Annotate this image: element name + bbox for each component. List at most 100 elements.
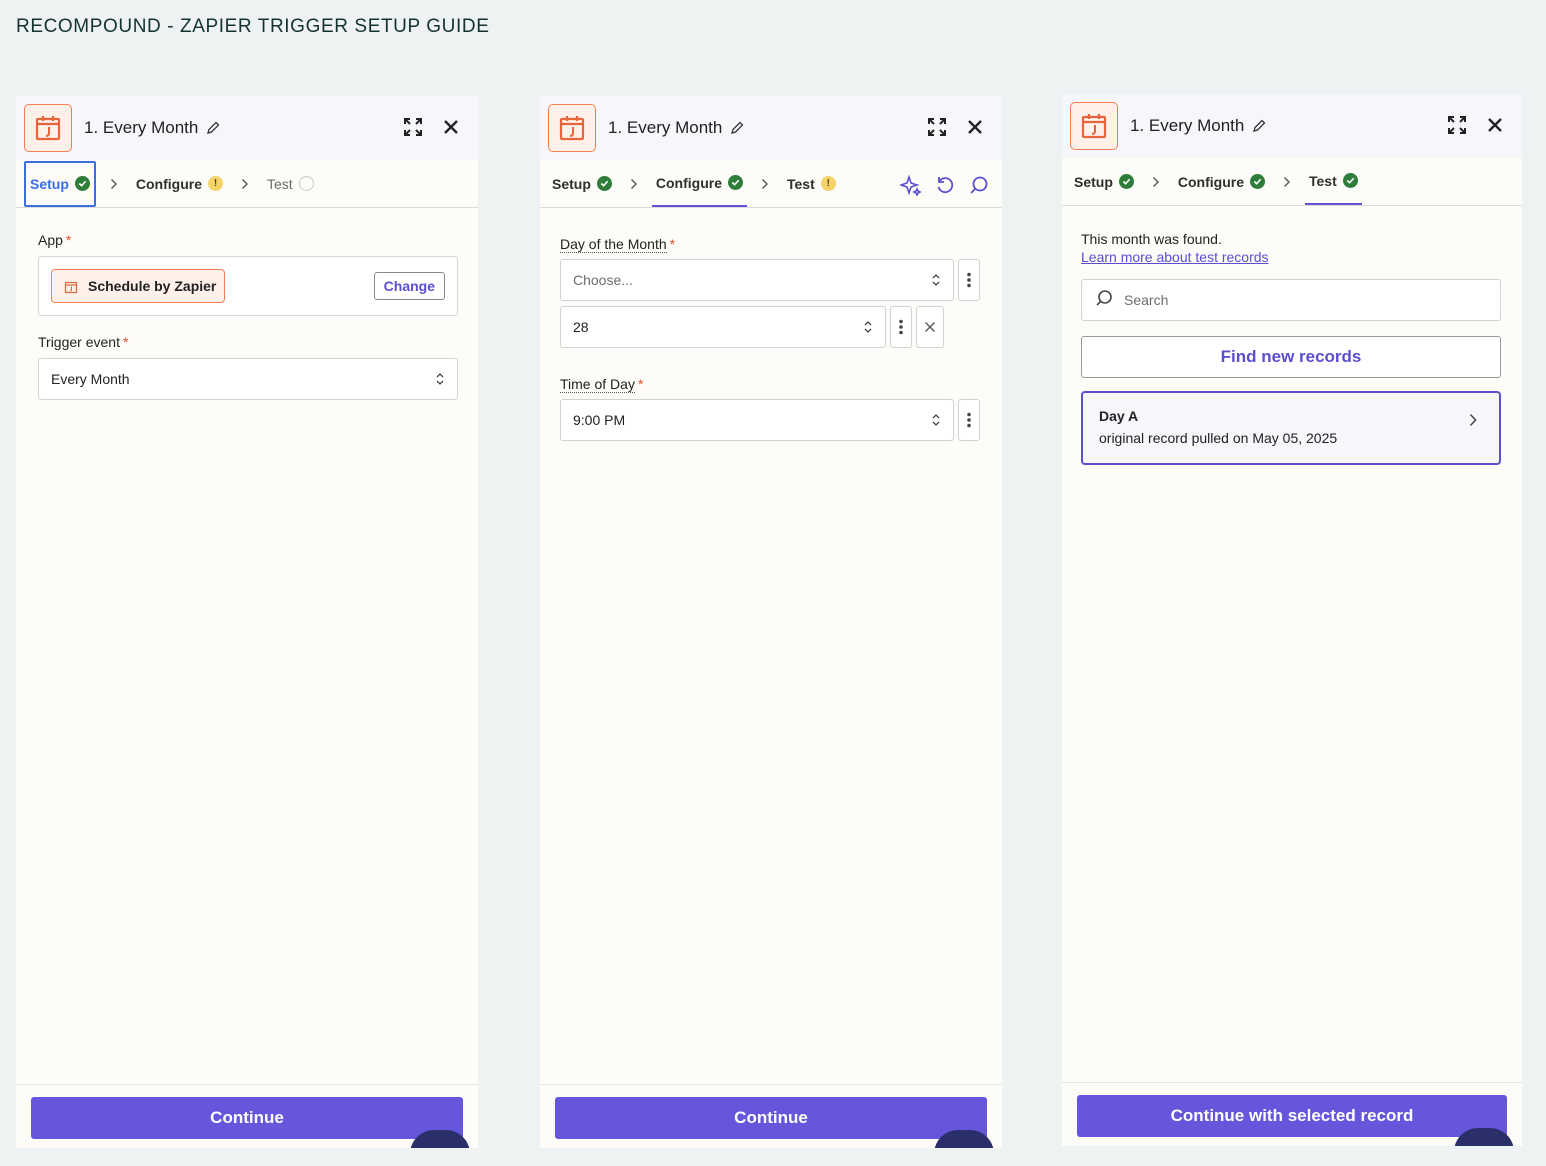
chevron-right-icon (241, 178, 249, 190)
continue-with-record-button[interactable]: Continue with selected record (1077, 1095, 1507, 1137)
tab-setup[interactable]: Setup (1070, 159, 1138, 205)
test-panel: 1. Every Month Setup Configure Test This… (1062, 94, 1522, 1146)
check-icon (728, 175, 743, 190)
required-mark: * (637, 376, 644, 392)
schedule-app-icon (24, 104, 72, 152)
step-tabs: Setup Configure ! Test (16, 160, 478, 208)
tab-setup[interactable]: Setup (548, 161, 616, 207)
calendar-icon (64, 281, 78, 294)
step-title: 1. Every Month (1130, 116, 1245, 135)
check-icon (596, 176, 612, 191)
check-icon (1250, 174, 1265, 189)
expand-icon[interactable] (402, 116, 424, 143)
time-of-day-select[interactable]: 9:00 PM (560, 399, 954, 441)
step-tabs: Setup Configure Test ! (540, 160, 1002, 208)
label-text: App (38, 232, 63, 248)
step-tabs: Setup Configure Test (1062, 158, 1522, 206)
clear-value-icon[interactable] (916, 306, 944, 348)
chevron-right-icon (1283, 176, 1291, 188)
more-options-icon[interactable] (890, 306, 912, 348)
found-message: This month was found. (1081, 231, 1222, 247)
app-chip[interactable]: Schedule by Zapier (51, 269, 226, 303)
select-placeholder: Choose... (573, 272, 633, 288)
more-options-icon[interactable] (958, 259, 980, 301)
step-title: 1. Every Month (608, 118, 723, 137)
tab-test[interactable]: Test (263, 161, 318, 207)
search-icon[interactable] (968, 174, 990, 201)
tab-label: Test (267, 175, 293, 192)
search-placeholder: Search (1124, 292, 1169, 308)
change-app-button[interactable]: Change (373, 272, 445, 300)
edit-title-icon[interactable] (1252, 119, 1266, 133)
panel-header: 1. Every Month (16, 96, 478, 160)
pending-icon (298, 176, 314, 191)
continue-button[interactable]: Continue (31, 1097, 463, 1139)
close-icon[interactable] (966, 118, 984, 141)
tab-label: Setup (30, 175, 69, 192)
tab-label: Configure (135, 175, 202, 192)
refresh-icon[interactable] (934, 174, 956, 201)
search-icon (1094, 288, 1114, 313)
step-title: 1. Every Month (84, 118, 199, 137)
close-icon[interactable] (442, 118, 460, 141)
chevron-right-icon (1469, 413, 1477, 432)
time-of-day-label: Time of Day * (560, 376, 982, 393)
panel-header: 1. Every Month (540, 96, 1002, 160)
tab-label: Configure (1177, 173, 1244, 190)
edit-title-icon[interactable] (206, 121, 220, 135)
panel-tools (898, 174, 990, 201)
learn-more-link[interactable]: Learn more about test records (1081, 249, 1501, 265)
day-of-month-label: Day of the Month * (560, 236, 982, 253)
tab-label: Setup (1074, 173, 1113, 190)
page-title: RECOMPOUND - ZAPIER TRIGGER SETUP GUIDE (16, 16, 490, 37)
configure-panel: 1. Every Month Setup Configure Test ! Da… (540, 96, 1002, 1148)
close-icon[interactable] (1486, 116, 1504, 139)
warning-icon: ! (208, 176, 223, 191)
select-value: Every Month (51, 371, 130, 387)
panel-footer: Continue with selected record (1062, 1082, 1522, 1146)
panel-footer: Continue (540, 1084, 1002, 1148)
record-subtitle: original record pulled on May 05, 2025 (1099, 430, 1338, 446)
expand-icon[interactable] (926, 116, 948, 143)
continue-button[interactable]: Continue (555, 1097, 987, 1139)
chevron-updown-icon (435, 372, 445, 389)
more-options-icon[interactable] (958, 399, 980, 441)
expand-icon[interactable] (1446, 114, 1468, 141)
app-label: App * (38, 232, 458, 248)
required-mark: * (122, 334, 129, 350)
record-card[interactable]: Day A original record pulled on May 05, … (1081, 391, 1501, 465)
tab-test[interactable]: Test ! (783, 161, 840, 207)
required-mark: * (65, 232, 72, 248)
tab-label: Test (1309, 172, 1337, 189)
schedule-app-icon (1070, 102, 1118, 150)
tab-configure[interactable]: Configure (651, 161, 747, 207)
label-text: Day of the Month (560, 236, 667, 253)
tab-setup[interactable]: Setup (24, 160, 96, 207)
panel-footer: Continue (16, 1084, 478, 1148)
chevron-updown-icon (863, 320, 873, 337)
required-mark: * (669, 236, 676, 252)
edit-title-icon[interactable] (730, 121, 744, 135)
day-of-month-select[interactable]: Choose... (560, 259, 954, 301)
chevron-updown-icon (931, 413, 941, 430)
select-value: 28 (573, 319, 589, 335)
day-value-select[interactable]: 28 (560, 306, 886, 348)
record-title: Day A (1099, 408, 1139, 424)
tab-label: Setup (552, 175, 591, 192)
sparkle-icon[interactable] (898, 174, 922, 201)
select-value: 9:00 PM (573, 412, 626, 428)
chevron-updown-icon (931, 273, 941, 290)
app-field: Schedule by Zapier Change (38, 256, 458, 316)
check-icon (74, 176, 90, 191)
find-new-records-button[interactable]: Find new records (1081, 336, 1501, 378)
app-name: Schedule by Zapier (88, 278, 217, 294)
search-input[interactable]: Search (1081, 279, 1501, 321)
chevron-right-icon (1152, 176, 1160, 188)
chevron-right-icon (761, 178, 769, 190)
tab-configure[interactable]: Configure (1174, 159, 1269, 205)
trigger-event-select[interactable]: Every Month (38, 358, 458, 400)
tab-test[interactable]: Test (1305, 159, 1362, 205)
label-text: Time of Day (560, 376, 635, 393)
setup-panel: 1. Every Month Setup Configure ! Test Ap… (16, 96, 478, 1148)
tab-configure[interactable]: Configure ! (132, 161, 227, 207)
